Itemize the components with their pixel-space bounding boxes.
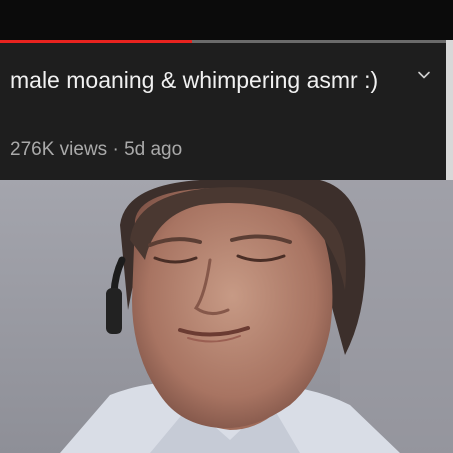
upload-age: 5d ago [124, 139, 183, 160]
thumbnail-image [0, 180, 453, 453]
meta-separator: · [112, 139, 119, 160]
expand-description-button[interactable] [412, 63, 436, 87]
video-player-area[interactable] [0, 0, 453, 42]
video-screen: male moaning & whimpering asmr :) 276K v… [0, 0, 453, 453]
video-info-panel: male moaning & whimpering asmr :) 276K v… [0, 43, 446, 180]
view-count: 276K views [10, 139, 108, 160]
scroll-edge [446, 40, 453, 180]
chevron-down-icon [418, 71, 430, 79]
video-title[interactable]: male moaning & whimpering asmr :) [10, 65, 400, 96]
video-thumbnail[interactable] [0, 180, 453, 453]
video-meta: 276K views · 5d ago [10, 138, 182, 162]
